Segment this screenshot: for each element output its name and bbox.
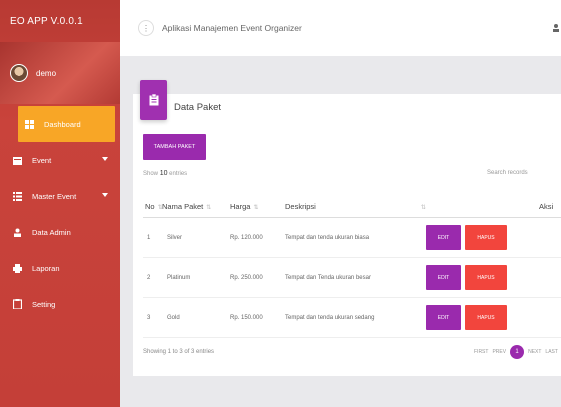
sidebar-item-event[interactable]: Event xyxy=(0,142,120,178)
search-input[interactable]: Search records xyxy=(487,170,528,176)
user-name[interactable]: demo xyxy=(36,69,56,78)
chevron-down-icon xyxy=(102,193,108,197)
add-package-button[interactable]: TAMBAH PAKET xyxy=(143,134,206,160)
table-row: 2 Platinum Rp. 250.000 Tempat dan Tenda … xyxy=(143,258,561,298)
sort-icon: ⇅ xyxy=(420,205,426,211)
chevron-down-icon xyxy=(102,157,108,161)
person-icon xyxy=(12,227,22,237)
cell-deskripsi: Tempat dan tenda ukuran sedang xyxy=(285,314,375,321)
show-label: Show xyxy=(143,171,159,177)
header-no[interactable]: No ⇅ xyxy=(145,202,163,211)
sidebar-nav: Dashboard Event Master Event Data Admin xyxy=(0,106,120,322)
sidebar-item-data-admin[interactable]: Data Admin xyxy=(0,214,120,250)
sidebar-item-label: Data Admin xyxy=(32,227,71,237)
table-row: 1 Silver Rp. 120.000 Tempat dan tenda uk… xyxy=(143,218,561,258)
assignment-icon xyxy=(149,94,158,106)
account-icon[interactable] xyxy=(553,24,559,32)
cell-harga: Rp. 120.000 xyxy=(230,234,263,241)
cell-harga: Rp. 250.000 xyxy=(230,274,263,281)
sidebar-item-label: Setting xyxy=(32,299,56,309)
clipboard-icon xyxy=(12,299,22,309)
sidebar-item-master-event[interactable]: Master Event xyxy=(0,178,120,214)
more-vert-icon: ⋮ xyxy=(142,23,150,33)
page-1-button[interactable]: 1 xyxy=(510,345,525,359)
edit-button[interactable]: EDIT xyxy=(426,225,461,250)
cell-nama: Gold xyxy=(167,314,180,321)
brand-title: EO APP V.0.0.1 xyxy=(10,15,83,27)
avatar[interactable] xyxy=(10,64,28,82)
card-title: Data Paket xyxy=(174,102,221,113)
cell-harga: Rp. 150.000 xyxy=(230,314,263,321)
cell-nama: Platinum xyxy=(167,274,191,281)
edit-button[interactable]: EDIT xyxy=(426,305,461,330)
sidebar: EO APP V.0.0.1 demo Dashboard Event Mast… xyxy=(0,0,120,407)
sidebar-item-laporan[interactable]: Laporan xyxy=(0,250,120,286)
data-table: No ⇅ Nama Paket ⇅ Harga ⇅ Deskripsi ⇅ Aksi 1… xyxy=(143,196,561,338)
event-icon xyxy=(12,155,22,165)
entries-length-control[interactable]: Show 10 entries xyxy=(143,170,187,177)
top-bar: ⋮ Aplikasi Manajemen Event Organizer xyxy=(120,0,561,56)
user-panel[interactable]: demo xyxy=(0,42,120,104)
sidebar-item-label: Laporan xyxy=(32,263,60,273)
app-title: Aplikasi Manajemen Event Organizer xyxy=(162,23,302,33)
entries-label: entries xyxy=(169,171,188,177)
sidebar-item-label: Event xyxy=(32,155,52,165)
table-header: No ⇅ Nama Paket ⇅ Harga ⇅ Deskripsi ⇅ Aksi xyxy=(143,196,561,218)
edit-button[interactable]: EDIT xyxy=(426,265,461,290)
dashboard-icon xyxy=(24,119,34,129)
next-page-button[interactable]: NEXT xyxy=(528,349,541,355)
list-icon xyxy=(12,191,22,201)
entries-select[interactable]: 10 xyxy=(160,170,168,177)
sidebar-item-dashboard[interactable]: Dashboard xyxy=(18,106,115,142)
sidebar-item-label: Dashboard xyxy=(44,119,81,129)
delete-button[interactable]: HAPUS xyxy=(465,225,507,250)
header-harga[interactable]: Harga ⇅ xyxy=(230,202,258,211)
print-icon xyxy=(12,263,22,273)
cell-no: 1 xyxy=(147,234,151,241)
sidebar-item-setting[interactable]: Setting xyxy=(0,286,120,322)
pagination: FIRST PREV 1 NEXT LAST xyxy=(474,345,561,359)
cell-no: 2 xyxy=(147,274,151,281)
card-header-icon xyxy=(140,80,167,120)
sort-icon: ⇅ xyxy=(253,205,259,211)
prev-page-button[interactable]: PREV xyxy=(492,349,506,355)
header-nama-paket[interactable]: Nama Paket ⇅ xyxy=(162,202,211,211)
sidebar-item-label: Master Event xyxy=(32,191,77,201)
cell-nama: Silver xyxy=(167,234,183,241)
delete-button[interactable]: HAPUS xyxy=(465,265,507,290)
cell-deskripsi: Tempat dan tenda ukuran biasa xyxy=(285,234,370,241)
header-deskripsi[interactable]: Deskripsi ⇅ xyxy=(285,202,426,211)
sort-icon: ⇅ xyxy=(206,205,212,211)
cell-deskripsi: Tempat dan Tenda ukuran besar xyxy=(285,274,371,281)
first-page-button[interactable]: FIRST xyxy=(474,349,488,355)
last-page-button[interactable]: LAST xyxy=(545,349,558,355)
table-row: 3 Gold Rp. 150.000 Tempat dan tenda ukur… xyxy=(143,298,561,338)
delete-button[interactable]: HAPUS xyxy=(465,305,507,330)
table-info: Showing 1 to 3 of 3 entries xyxy=(143,349,215,355)
header-aksi: Aksi xyxy=(539,202,554,211)
cell-no: 3 xyxy=(147,314,151,321)
menu-toggle-button[interactable]: ⋮ xyxy=(138,20,154,36)
